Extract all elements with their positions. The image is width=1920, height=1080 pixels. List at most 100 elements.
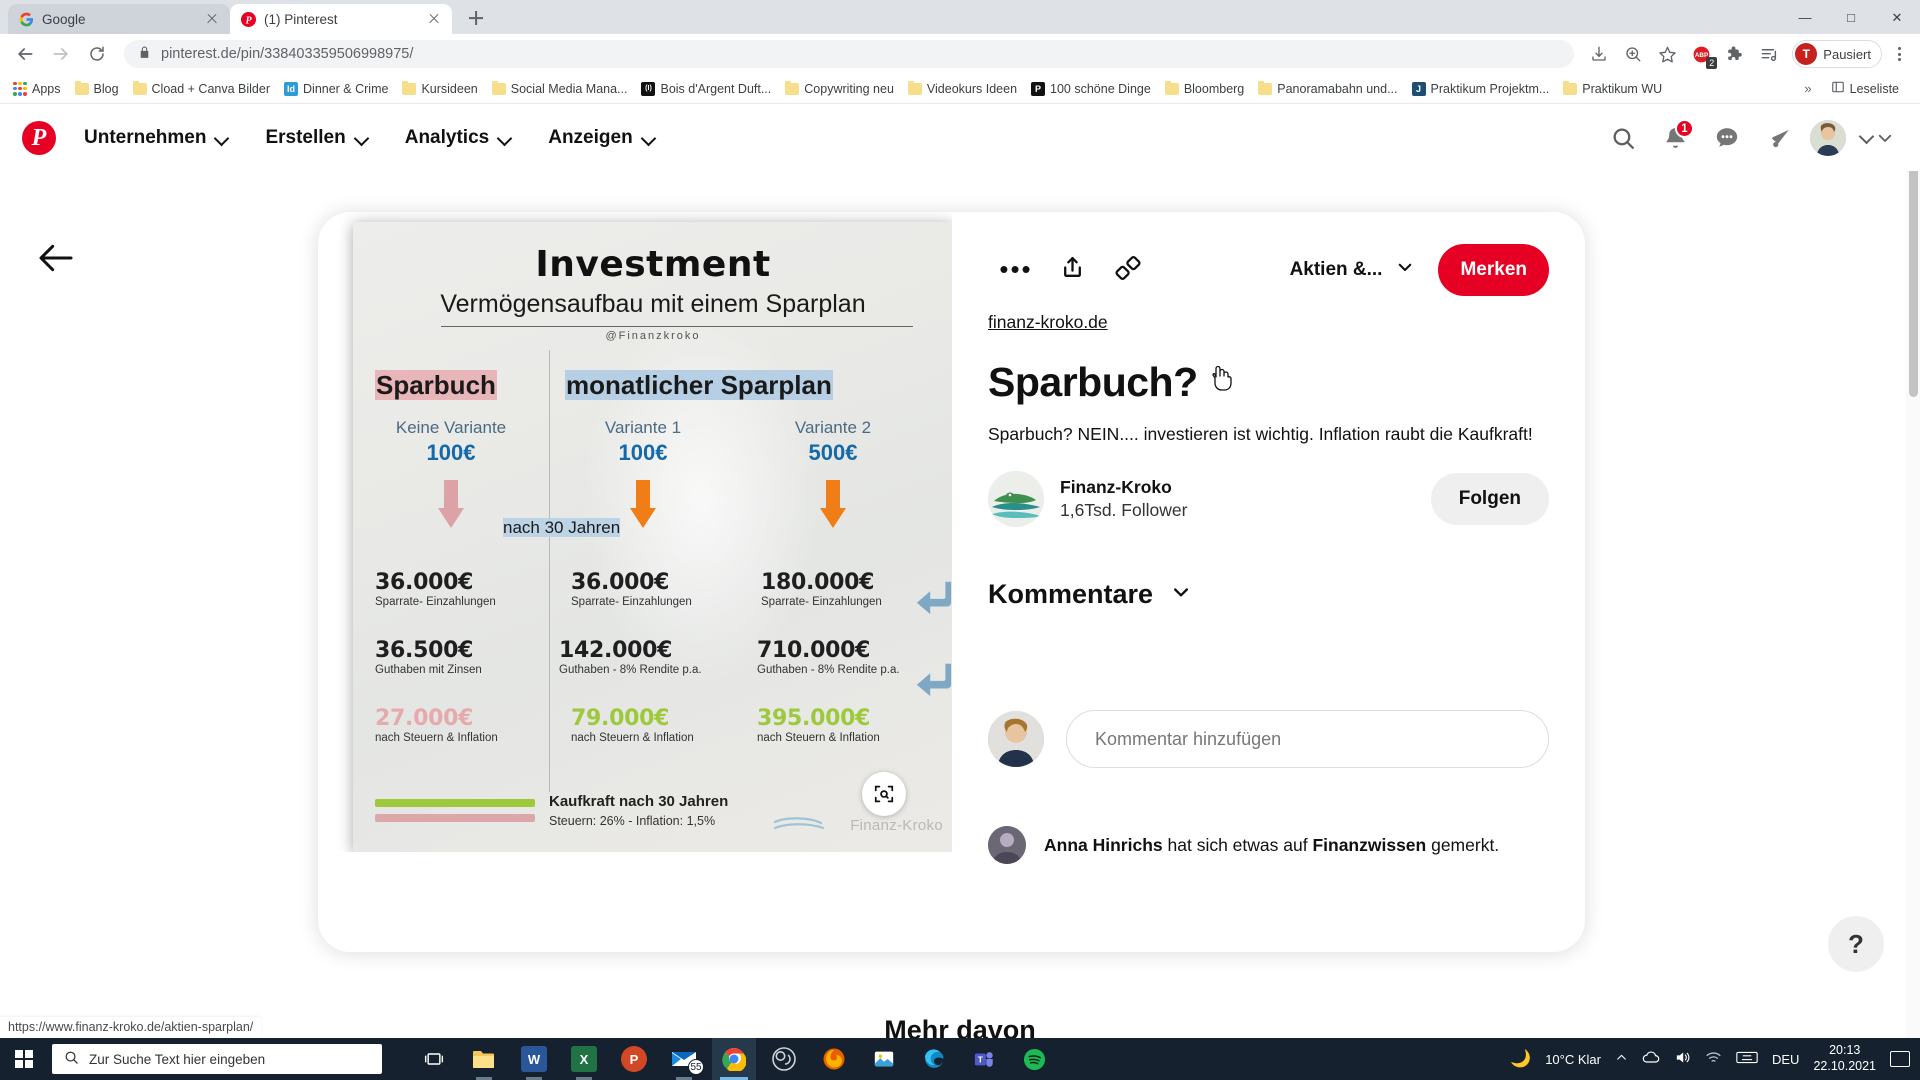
clock[interactable]: 20:13 22.10.2021 xyxy=(1813,1043,1876,1074)
chrome-menu-button[interactable] xyxy=(1886,47,1912,61)
new-tab-button[interactable] xyxy=(462,4,490,32)
teams-icon[interactable]: T xyxy=(962,1038,1006,1080)
bookmark-star-icon[interactable] xyxy=(1652,39,1682,69)
bookmarks-overflow-button[interactable]: » xyxy=(1804,81,1811,96)
folder-icon xyxy=(491,80,506,95)
bookmark-blog[interactable]: Blog xyxy=(68,79,126,99)
show-hidden-icons-icon[interactable] xyxy=(1615,1051,1628,1067)
volume-icon[interactable] xyxy=(1674,1049,1691,1069)
page-scrollbar[interactable] xyxy=(1906,105,1920,1038)
reading-list-button[interactable]: Leseliste xyxy=(1824,77,1906,100)
zoom-icon[interactable] xyxy=(1618,39,1648,69)
avatar[interactable] xyxy=(988,826,1026,864)
obs-icon[interactable] xyxy=(762,1038,806,1080)
pin-more-options-button[interactable]: ••• xyxy=(988,242,1044,298)
bookmark-social-media-mana[interactable]: Social Media Mana... xyxy=(485,79,635,99)
pin-infographic-image[interactable]: Investment Vermögensaufbau mit einem Spa… xyxy=(353,222,952,852)
file-explorer-icon[interactable] xyxy=(462,1038,506,1080)
down-arrow-icon xyxy=(630,480,656,532)
notification-center-icon[interactable] xyxy=(1890,1051,1910,1067)
close-window-button[interactable]: ✕ xyxy=(1874,0,1920,34)
notifications-bell-icon[interactable]: 1 xyxy=(1654,117,1696,159)
nav-anzeigen[interactable]: Anzeigen xyxy=(532,117,669,159)
follow-button[interactable]: Folgen xyxy=(1430,473,1549,525)
edge-icon[interactable] xyxy=(912,1038,956,1080)
bookmark-apps[interactable]: Apps xyxy=(6,79,68,99)
comments-section-header[interactable]: Kommentare xyxy=(988,579,1549,610)
onedrive-icon[interactable] xyxy=(1642,1050,1660,1068)
extensions-icon[interactable] xyxy=(1720,39,1750,69)
powerpoint-icon[interactable]: P xyxy=(612,1038,656,1080)
messages-icon[interactable] xyxy=(1706,117,1748,159)
close-icon[interactable] xyxy=(426,11,442,27)
bookmark-panoramabahn-und[interactable]: Panoramabahn und... xyxy=(1251,79,1404,99)
pin-copy-link-button[interactable] xyxy=(1100,242,1156,298)
avatar[interactable] xyxy=(1810,120,1846,156)
pin-image-container[interactable]: Investment Vermögensaufbau mit einem Spa… xyxy=(318,212,952,852)
reading-list-icon[interactable] xyxy=(1754,39,1784,69)
bookmark-label: Blog xyxy=(93,81,119,96)
firefox-icon[interactable] xyxy=(812,1038,856,1080)
help-button[interactable]: ? xyxy=(1828,916,1884,972)
comment-input[interactable] xyxy=(1066,710,1549,768)
nav-unternehmen[interactable]: Unternehmen xyxy=(68,117,243,159)
task-view-icon[interactable] xyxy=(412,1038,456,1080)
bookmark-100-schoene-dinge[interactable]: P 100 schöne Dinge xyxy=(1024,79,1158,99)
crocodile-avatar[interactable] xyxy=(988,471,1044,527)
toolbar-icon-group: ABP 2 T Pausiert xyxy=(1584,39,1912,69)
board-selector[interactable]: Aktien &... xyxy=(1276,258,1421,282)
bookmark-bloomberg[interactable]: Bloomberg xyxy=(1158,79,1251,99)
word-icon[interactable]: W xyxy=(512,1038,556,1080)
bookmark-kursideen[interactable]: Kursideen xyxy=(395,79,484,99)
lock-icon xyxy=(138,46,151,63)
bookmark-cloud-canva-bilder[interactable]: Cload + Canva Bilder xyxy=(126,79,277,99)
browser-tab-pinterest[interactable]: P (1) Pinterest xyxy=(230,4,452,34)
nav-analytics[interactable]: Analytics xyxy=(389,117,526,159)
nav-erstellen[interactable]: Erstellen xyxy=(249,117,382,159)
taskbar-search-box[interactable]: Zur Suche Text hier eingeben xyxy=(52,1044,382,1074)
minimize-button[interactable]: — xyxy=(1782,0,1828,34)
adblock-count-badge: 2 xyxy=(1706,57,1718,69)
bookmark-videokurs-ideen[interactable]: Videokurs Ideen xyxy=(901,79,1024,99)
bookmark-bois-dargent-duft[interactable]: (I) Bois d'Argent Duft... xyxy=(634,79,778,99)
bookmark-label: Praktikum Projektm... xyxy=(1430,81,1550,96)
browser-tab-google[interactable]: Google xyxy=(8,4,230,34)
search-icon[interactable] xyxy=(1602,117,1644,159)
bookmark-copywriting-neu[interactable]: Copywriting neu xyxy=(778,79,901,99)
install-icon[interactable] xyxy=(1584,39,1614,69)
bookmark-label: Videokurs Ideen xyxy=(926,81,1018,96)
reload-button[interactable] xyxy=(80,37,114,71)
bookmark-dinner-crime[interactable]: Id Dinner & Crime xyxy=(277,79,395,99)
infographic-cell-0-2: 27.000€ nach Steuern & Inflation xyxy=(375,706,498,744)
chrome-icon[interactable] xyxy=(712,1038,756,1080)
pin-source-link[interactable]: finanz-kroko.de xyxy=(988,312,1108,333)
excel-icon[interactable]: X xyxy=(562,1038,606,1080)
image-zoom-icon[interactable] xyxy=(862,772,906,816)
back-arrow-icon[interactable] xyxy=(36,238,76,278)
profile-chip[interactable]: T Pausiert xyxy=(1792,40,1882,68)
pinterest-logo-icon[interactable]: P xyxy=(22,121,56,155)
account-chevron-down-icon[interactable] xyxy=(1856,117,1898,159)
photos-icon[interactable] xyxy=(862,1038,906,1080)
address-bar[interactable]: pinterest.de/pin/338403359506998975/ xyxy=(124,40,1575,68)
back-button[interactable] xyxy=(8,37,42,71)
keyboard-icon[interactable] xyxy=(1736,1050,1758,1068)
browser-tab-strip: Google P (1) Pinterest — □ ✕ xyxy=(0,0,1920,34)
announcements-megaphone-icon[interactable] xyxy=(1758,117,1800,159)
close-icon[interactable] xyxy=(204,11,220,27)
bookmark-praktikum-projektm[interactable]: J Praktikum Projektm... xyxy=(1405,79,1557,99)
pin-share-button[interactable] xyxy=(1044,242,1100,298)
nav-label: Erstellen xyxy=(265,127,346,148)
wifi-icon[interactable] xyxy=(1705,1050,1722,1068)
spotify-icon[interactable] xyxy=(1012,1038,1056,1080)
save-pin-button[interactable]: Merken xyxy=(1438,244,1549,296)
language-indicator[interactable]: DEU xyxy=(1772,1052,1799,1067)
bookmark-praktikum-wu[interactable]: Praktikum WU xyxy=(1556,79,1669,99)
maximize-button[interactable]: □ xyxy=(1828,0,1874,34)
mail-icon[interactable]: 55 xyxy=(662,1038,706,1080)
cell-caption: Sparrate- Einzahlungen xyxy=(761,596,882,608)
weather-label[interactable]: 10°C Klar xyxy=(1545,1052,1601,1067)
forward-button[interactable] xyxy=(44,37,78,71)
adblock-icon[interactable]: ABP 2 xyxy=(1686,39,1718,69)
start-button[interactable] xyxy=(0,1038,48,1080)
